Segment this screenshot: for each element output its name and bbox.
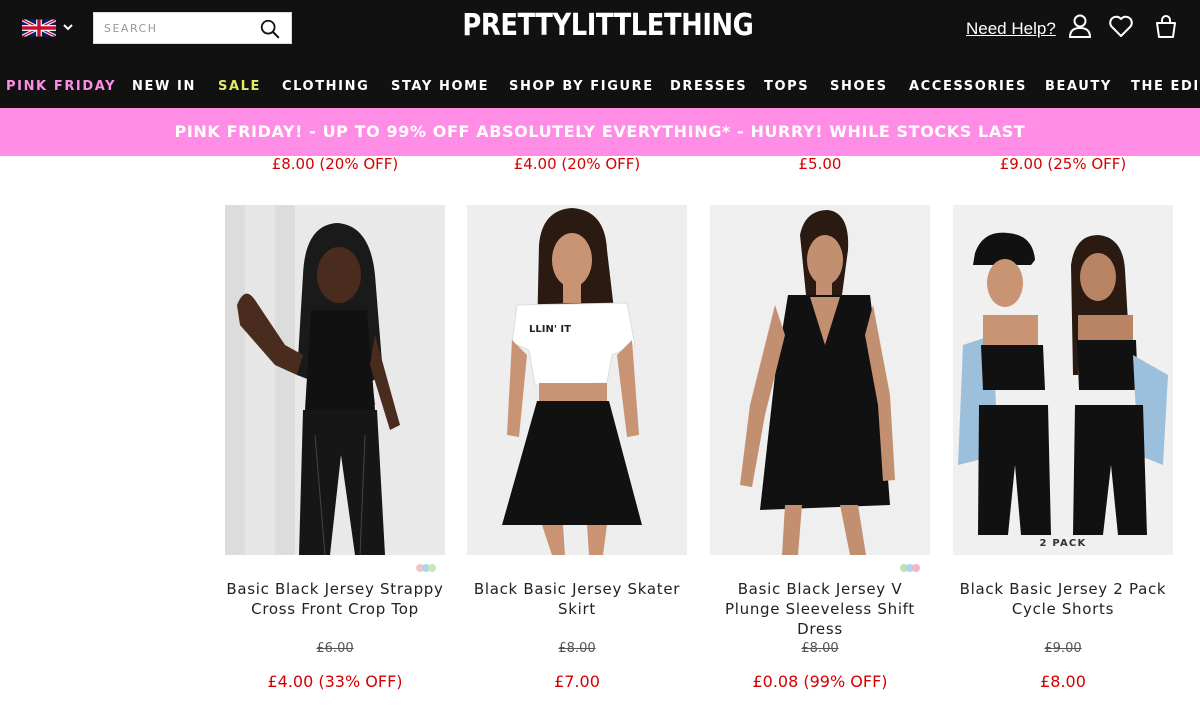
nav-item-shop-by-figure[interactable]: SHOP BY FIGURE [509,79,654,94]
nav-item-clothing[interactable]: CLOTHING [282,79,369,94]
product-name-line: Basic Black Jersey V [737,580,903,598]
previous-row-price: £5.00 [798,155,842,173]
colour-swatch[interactable] [912,564,920,572]
user-icon[interactable] [1067,13,1093,39]
colour-swatch[interactable] [428,564,436,572]
site-header: PRETTYLITTLETHING Need Help? [0,0,1200,62]
original-price: £8.00 [801,641,839,656]
product-name[interactable]: Basic Black Jersey V Plunge Sleeveless S… [705,579,935,639]
product-image-skater-skirt[interactable]: LLIN' IT [467,205,687,555]
product-name-line: Black Basic Jersey Skater [473,580,681,598]
original-price: £8.00 [558,641,596,656]
search-input[interactable] [94,13,254,43]
sale-price: £8.00 [1040,672,1086,691]
nav-item-accessories[interactable]: ACCESSORIES [909,79,1027,94]
product-name[interactable]: Black Basic Jersey 2 Pack Cycle Shorts [948,579,1178,619]
product-image-shift-dress[interactable] [710,205,930,555]
original-price: £6.00 [316,641,354,656]
product-name[interactable]: Black Basic Jersey Skater Skirt [462,579,692,619]
nav-item-pink-friday[interactable]: PINK FRIDAY [6,79,116,94]
pack-badge: 2 PACK [1039,538,1087,549]
nav-item-shoes[interactable]: SHOES [830,79,888,94]
previous-row-price: £8.00 (20% OFF) [271,155,399,173]
heart-icon[interactable] [1108,13,1134,39]
nav-item-sale[interactable]: SALE [218,79,261,94]
product-name-line: Basic Black Jersey Strappy [226,580,444,598]
product-name-line: Skirt [558,600,596,618]
chevron-down-icon[interactable] [62,22,74,32]
sale-price: £4.00 (33% OFF) [267,672,403,691]
sale-price: £0.08 (99% OFF) [752,672,888,691]
product-image-strappy-top[interactable] [225,205,445,555]
sale-price: £7.00 [554,672,600,691]
search-box [93,12,292,44]
product-name-line: Dress [797,620,843,638]
original-price: £9.00 [1044,641,1082,656]
product-image-cycle-shorts[interactable] [953,205,1173,555]
tshirt-print-text: LLIN' IT [529,324,571,335]
search-icon[interactable] [259,18,281,40]
promo-banner[interactable]: PINK FRIDAY! - UP TO 99% OFF ABSOLUTELY … [0,108,1200,156]
previous-row-price: £4.00 (20% OFF) [513,155,641,173]
main-nav: PINK FRIDAY NEW IN SALE CLOTHING STAY HO… [0,62,1200,108]
nav-item-beauty[interactable]: BEAUTY [1045,79,1112,94]
product-name-line: Plunge Sleeveless Shift [725,600,915,618]
product-name-line: Cycle Shorts [1011,600,1115,618]
product-name[interactable]: Basic Black Jersey Strappy Cross Front C… [220,579,450,619]
promo-banner-text: PINK FRIDAY! - UP TO 99% OFF ABSOLUTELY … [174,122,1026,141]
bag-icon[interactable] [1153,13,1179,39]
nav-item-stay-home[interactable]: STAY HOME [391,79,489,94]
site-logo[interactable]: PRETTYLITTLETHING [462,8,753,43]
nav-item-the-edit[interactable]: THE EDIT [1131,79,1200,94]
product-name-line: Cross Front Crop Top [251,600,419,618]
product-name-line: Black Basic Jersey 2 Pack [959,580,1167,598]
need-help-link[interactable]: Need Help? [966,19,1056,39]
nav-item-new-in[interactable]: NEW IN [132,79,196,94]
nav-item-tops[interactable]: TOPS [764,79,809,94]
previous-row-price: £9.00 (25% OFF) [999,155,1127,173]
nav-item-dresses[interactable]: DRESSES [670,79,747,94]
uk-flag-icon[interactable] [22,18,56,38]
